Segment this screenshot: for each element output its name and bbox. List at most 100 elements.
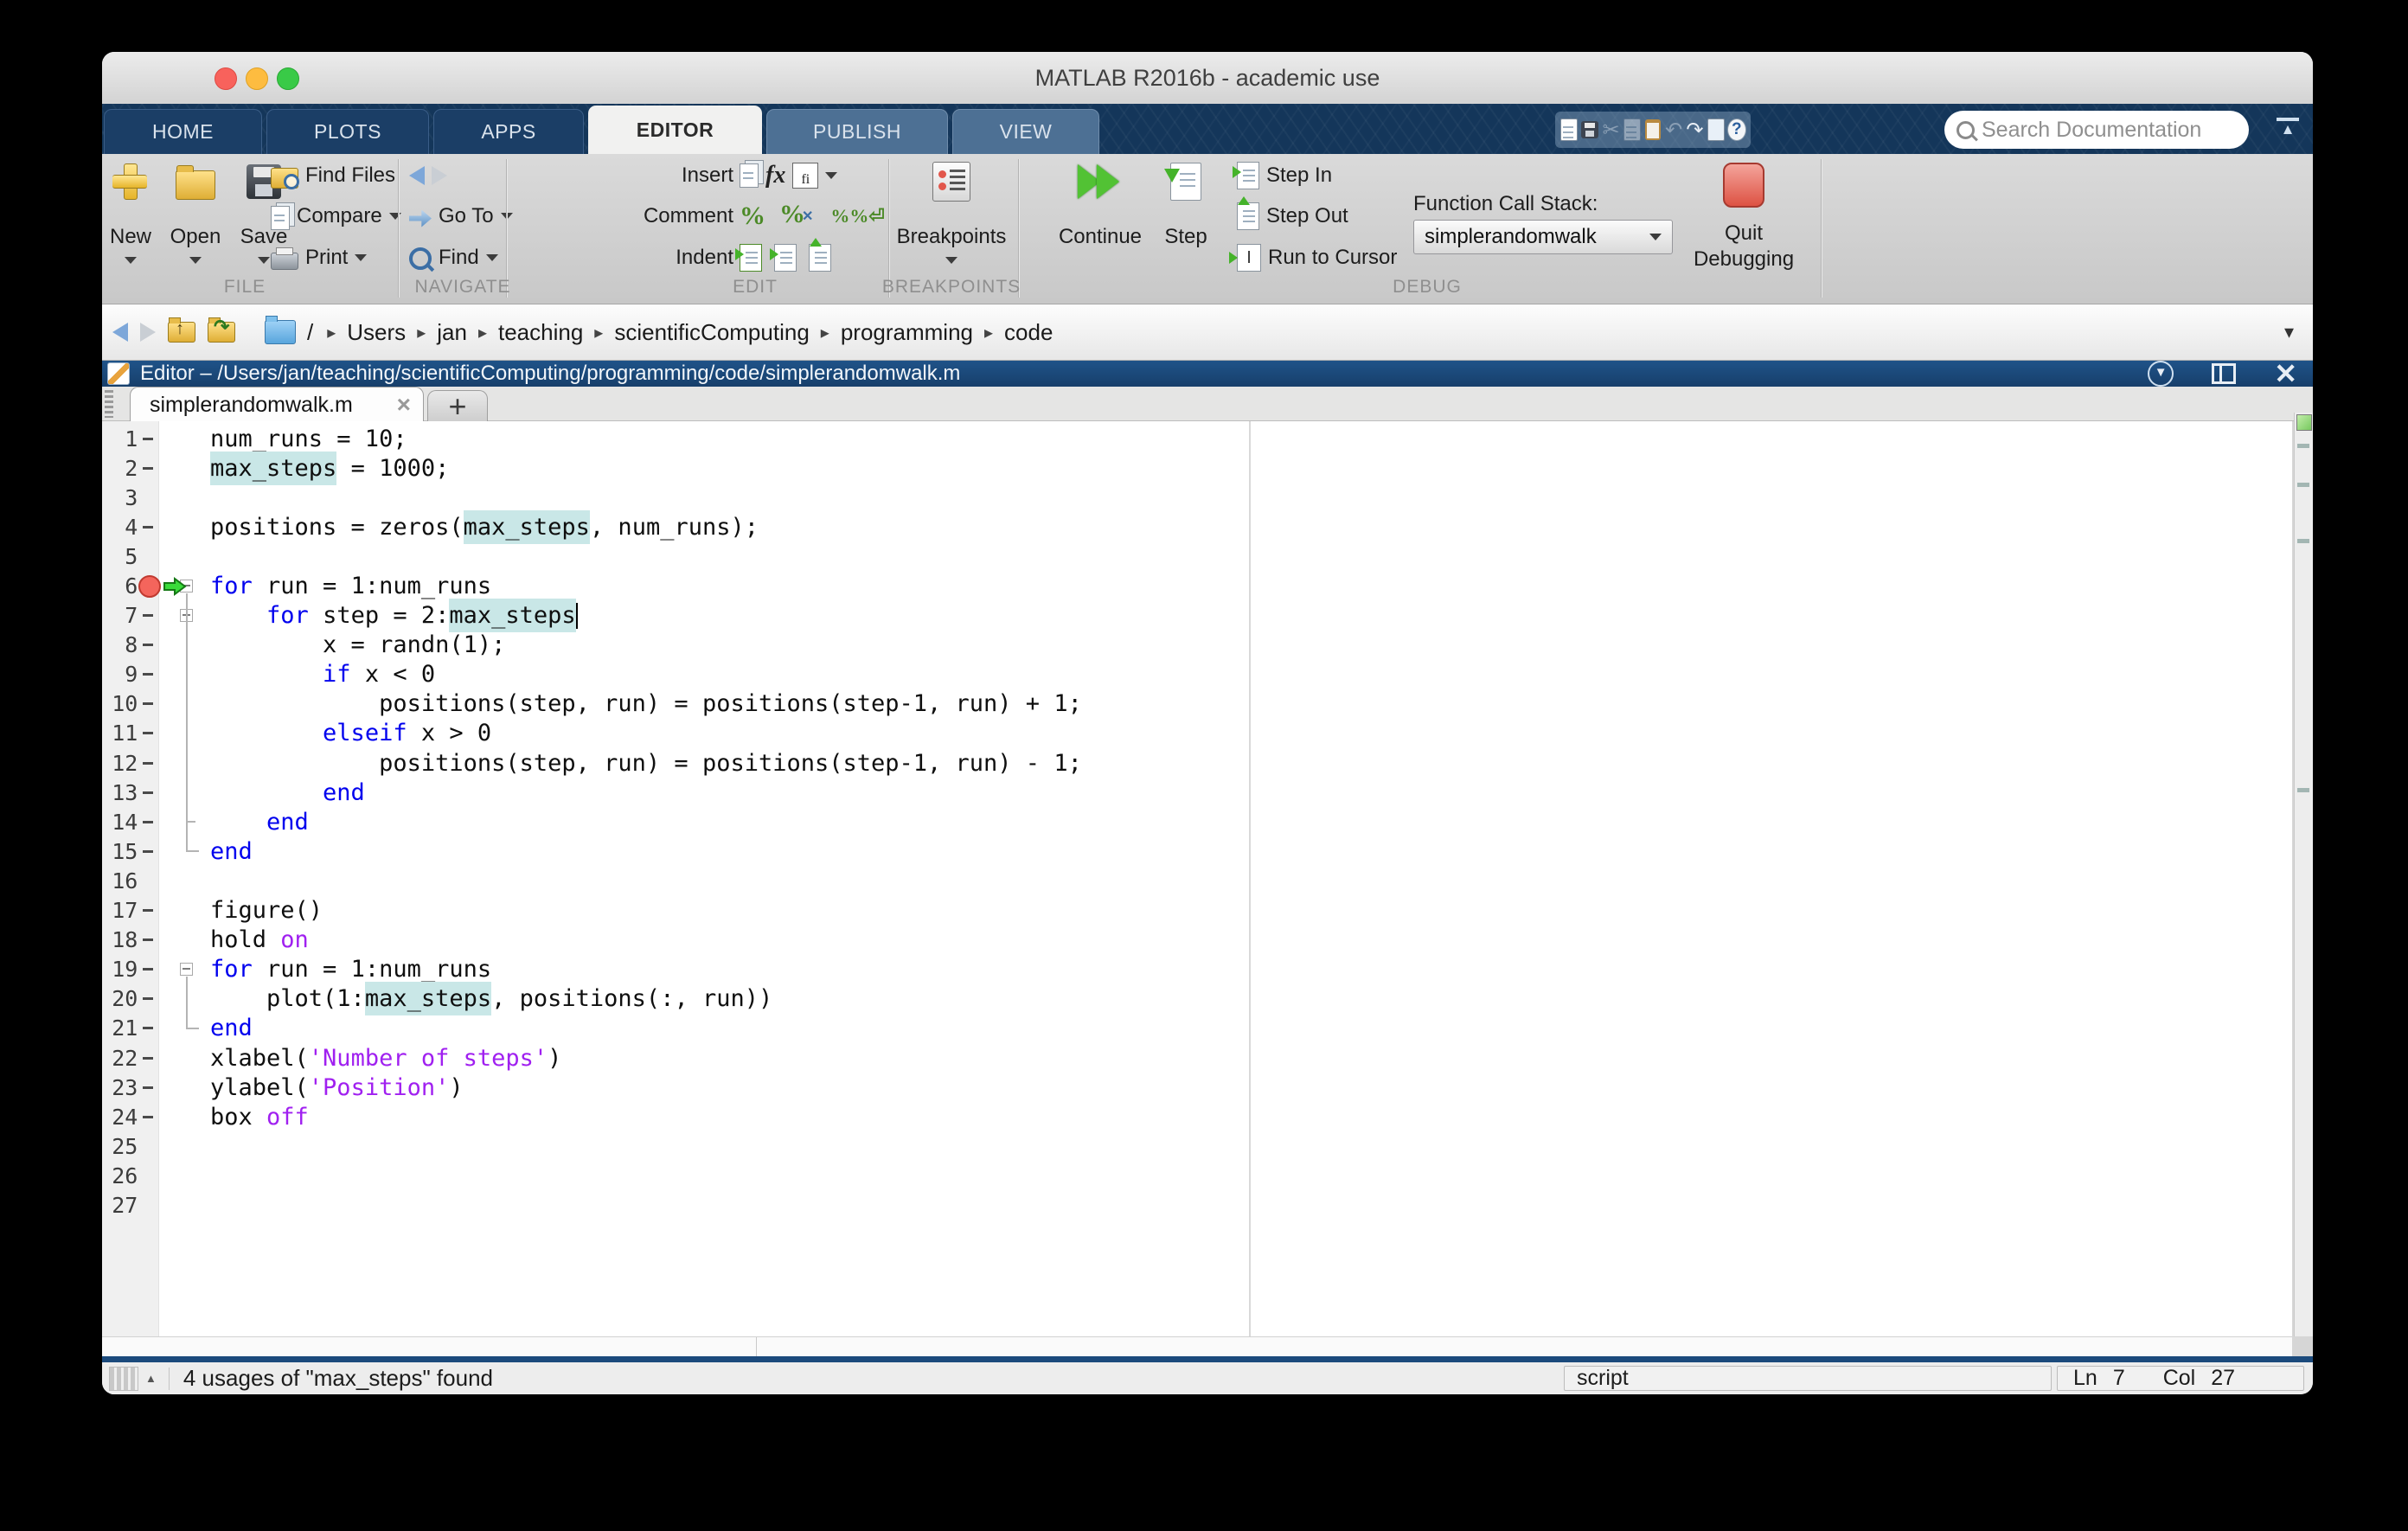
search-documentation-box[interactable]: Search Documentation bbox=[1944, 111, 2249, 149]
code-line[interactable] bbox=[159, 541, 2292, 571]
hscroll-strip[interactable] bbox=[102, 1336, 2292, 1356]
code-line[interactable]: positions = zeros(max_steps, num_runs); bbox=[159, 512, 2292, 541]
code-line[interactable] bbox=[159, 1190, 2292, 1220]
print-dropdown-icon[interactable] bbox=[355, 254, 367, 261]
gutter-row[interactable]: 23 bbox=[102, 1073, 158, 1102]
usage-marker-tick[interactable] bbox=[2297, 444, 2309, 448]
find-files-button[interactable]: Find Files bbox=[271, 161, 395, 190]
nav-forward-icon[interactable] bbox=[140, 323, 156, 342]
gutter-row[interactable]: 9 bbox=[102, 660, 158, 689]
line-number-gutter[interactable]: 1234567891011121314151617181920212223242… bbox=[102, 421, 159, 1336]
step-in-button[interactable]: Step In bbox=[1237, 161, 1332, 190]
statusbar-grip[interactable] bbox=[109, 1367, 138, 1391]
open-dropdown-icon[interactable] bbox=[189, 257, 202, 264]
breadcrumb-item-Users[interactable]: Users bbox=[347, 319, 406, 346]
nav-back-icon[interactable] bbox=[112, 323, 128, 342]
open-button[interactable]: Open bbox=[157, 161, 234, 265]
gutter-row[interactable]: 21 bbox=[102, 1014, 158, 1043]
breakpoints-button[interactable]: Breakpoints bbox=[882, 161, 1021, 265]
breadcrumb-root[interactable]: / bbox=[307, 319, 313, 346]
analyzer-status-icon[interactable] bbox=[2296, 414, 2312, 431]
code-line[interactable]: end bbox=[159, 778, 2292, 807]
code-line[interactable]: xlabel('Number of steps') bbox=[159, 1043, 2292, 1073]
statusbar-expand-icon[interactable]: ▲ bbox=[145, 1372, 157, 1385]
comment-icon[interactable]: % bbox=[740, 203, 765, 229]
gutter-row[interactable]: 12 bbox=[102, 748, 158, 778]
gutter-row[interactable]: 13 bbox=[102, 778, 158, 807]
code-line[interactable]: figure() bbox=[159, 896, 2292, 926]
tabbar-grip[interactable] bbox=[105, 390, 113, 418]
code-line[interactable]: positions(step, run) = positions(step-1,… bbox=[159, 748, 2292, 778]
comment-tools[interactable]: % % %%⏎ bbox=[740, 202, 885, 231]
gutter-row[interactable]: 7 bbox=[102, 601, 158, 631]
new-dropdown-icon[interactable] bbox=[125, 257, 137, 264]
toolstrip-tab-apps[interactable]: APPS bbox=[433, 109, 584, 154]
code-line[interactable]: hold on bbox=[159, 926, 2292, 955]
help-icon[interactable]: ? bbox=[1727, 119, 1746, 141]
current-folder-icon[interactable] bbox=[265, 320, 296, 344]
continue-button[interactable]: Continue bbox=[1044, 161, 1156, 249]
uncomment-icon[interactable]: % bbox=[779, 202, 817, 232]
indent-left-icon[interactable] bbox=[809, 244, 831, 272]
insert-section-icon[interactable] bbox=[740, 163, 759, 188]
gutter-row[interactable]: 2 bbox=[102, 453, 158, 483]
gutter-row[interactable]: 17 bbox=[102, 896, 158, 926]
step-button[interactable]: Step bbox=[1147, 161, 1225, 249]
window-icon[interactable] bbox=[1707, 119, 1726, 141]
gutter-row[interactable]: 16 bbox=[102, 866, 158, 895]
editor-actions-menu-icon[interactable]: ▼ bbox=[2148, 361, 2174, 387]
code-editor[interactable]: 1234567891011121314151617181920212223242… bbox=[102, 421, 2292, 1336]
run-to-cursor-button[interactable]: I Run to Cursor bbox=[1237, 243, 1397, 272]
new-file-tab-button[interactable]: + bbox=[427, 390, 488, 422]
toolstrip-tab-editor[interactable]: EDITOR bbox=[588, 106, 762, 154]
breadcrumb-item-scientificComputing[interactable]: scientificComputing bbox=[614, 319, 809, 346]
wrap-comments-icon[interactable]: %%⏎ bbox=[830, 203, 884, 229]
folder-up-icon[interactable] bbox=[168, 322, 195, 343]
find-button[interactable]: Find bbox=[409, 243, 498, 272]
undo-icon[interactable]: ↶ bbox=[1664, 119, 1683, 141]
gutter-row[interactable]: 27 bbox=[102, 1190, 158, 1220]
breadcrumb-item-teaching[interactable]: teaching bbox=[498, 319, 583, 346]
go-to-button[interactable]: Go To bbox=[409, 202, 513, 231]
indent-tools[interactable] bbox=[740, 243, 831, 272]
quit-debugging-button[interactable]: Quit Debugging bbox=[1679, 161, 1809, 272]
usage-marker-tick[interactable] bbox=[2297, 539, 2309, 543]
message-indicator-bar[interactable] bbox=[2294, 413, 2313, 1336]
collapse-toolstrip-button[interactable]: ▲ bbox=[2277, 118, 2299, 136]
save-dropdown-icon[interactable] bbox=[258, 257, 270, 264]
insert-tools[interactable]: fx fi bbox=[740, 161, 837, 190]
paste-icon[interactable] bbox=[1643, 119, 1662, 141]
code-line[interactable]: positions(step, run) = positions(step-1,… bbox=[159, 689, 2292, 719]
toolstrip-tab-home[interactable]: HOME bbox=[104, 109, 262, 154]
code-line[interactable]: plot(1:max_steps, positions(:, run)) bbox=[159, 984, 2292, 1014]
function-call-stack-dropdown[interactable]: simplerandomwalk bbox=[1413, 220, 1673, 254]
indent-right-icon[interactable] bbox=[774, 244, 797, 272]
code-line[interactable]: ylabel('Position') bbox=[159, 1073, 2292, 1102]
forward-icon[interactable] bbox=[432, 166, 447, 185]
gutter-row[interactable]: 24 bbox=[102, 1102, 158, 1131]
breadcrumb-item-programming[interactable]: programming bbox=[841, 319, 973, 346]
new-script-icon[interactable] bbox=[1559, 119, 1579, 141]
editor-undock-icon[interactable] bbox=[2212, 363, 2236, 384]
breakpoints-dropdown-icon[interactable] bbox=[945, 257, 957, 264]
toolstrip-tab-publish[interactable]: PUBLISH bbox=[766, 109, 948, 154]
code-line[interactable]: box off bbox=[159, 1102, 2292, 1131]
insert-function-icon[interactable]: fx bbox=[765, 162, 785, 189]
gutter-row[interactable]: 4 bbox=[102, 512, 158, 541]
code-line[interactable]: num_runs = 10; bbox=[159, 424, 2292, 453]
smart-indent-icon[interactable] bbox=[740, 244, 762, 272]
code-line[interactable] bbox=[159, 1131, 2292, 1161]
find-dropdown-icon[interactable] bbox=[486, 254, 498, 261]
toolstrip-tab-plots[interactable]: PLOTS bbox=[266, 109, 429, 154]
copy-icon[interactable] bbox=[1623, 119, 1642, 141]
insert-fi-icon[interactable]: fi bbox=[792, 163, 818, 189]
step-out-button[interactable]: Step Out bbox=[1237, 202, 1348, 231]
toolstrip-tab-view[interactable]: VIEW bbox=[952, 109, 1099, 154]
code-line[interactable]: for step = 2:max_steps bbox=[159, 601, 2292, 631]
code-line[interactable]: end bbox=[159, 807, 2292, 836]
editor-close-icon[interactable]: ✕ bbox=[2274, 357, 2297, 390]
back-icon[interactable] bbox=[409, 166, 425, 185]
gutter-row[interactable]: 11 bbox=[102, 719, 158, 748]
gutter-row[interactable]: 3 bbox=[102, 483, 158, 512]
file-tab-close-icon[interactable]: × bbox=[397, 391, 411, 419]
